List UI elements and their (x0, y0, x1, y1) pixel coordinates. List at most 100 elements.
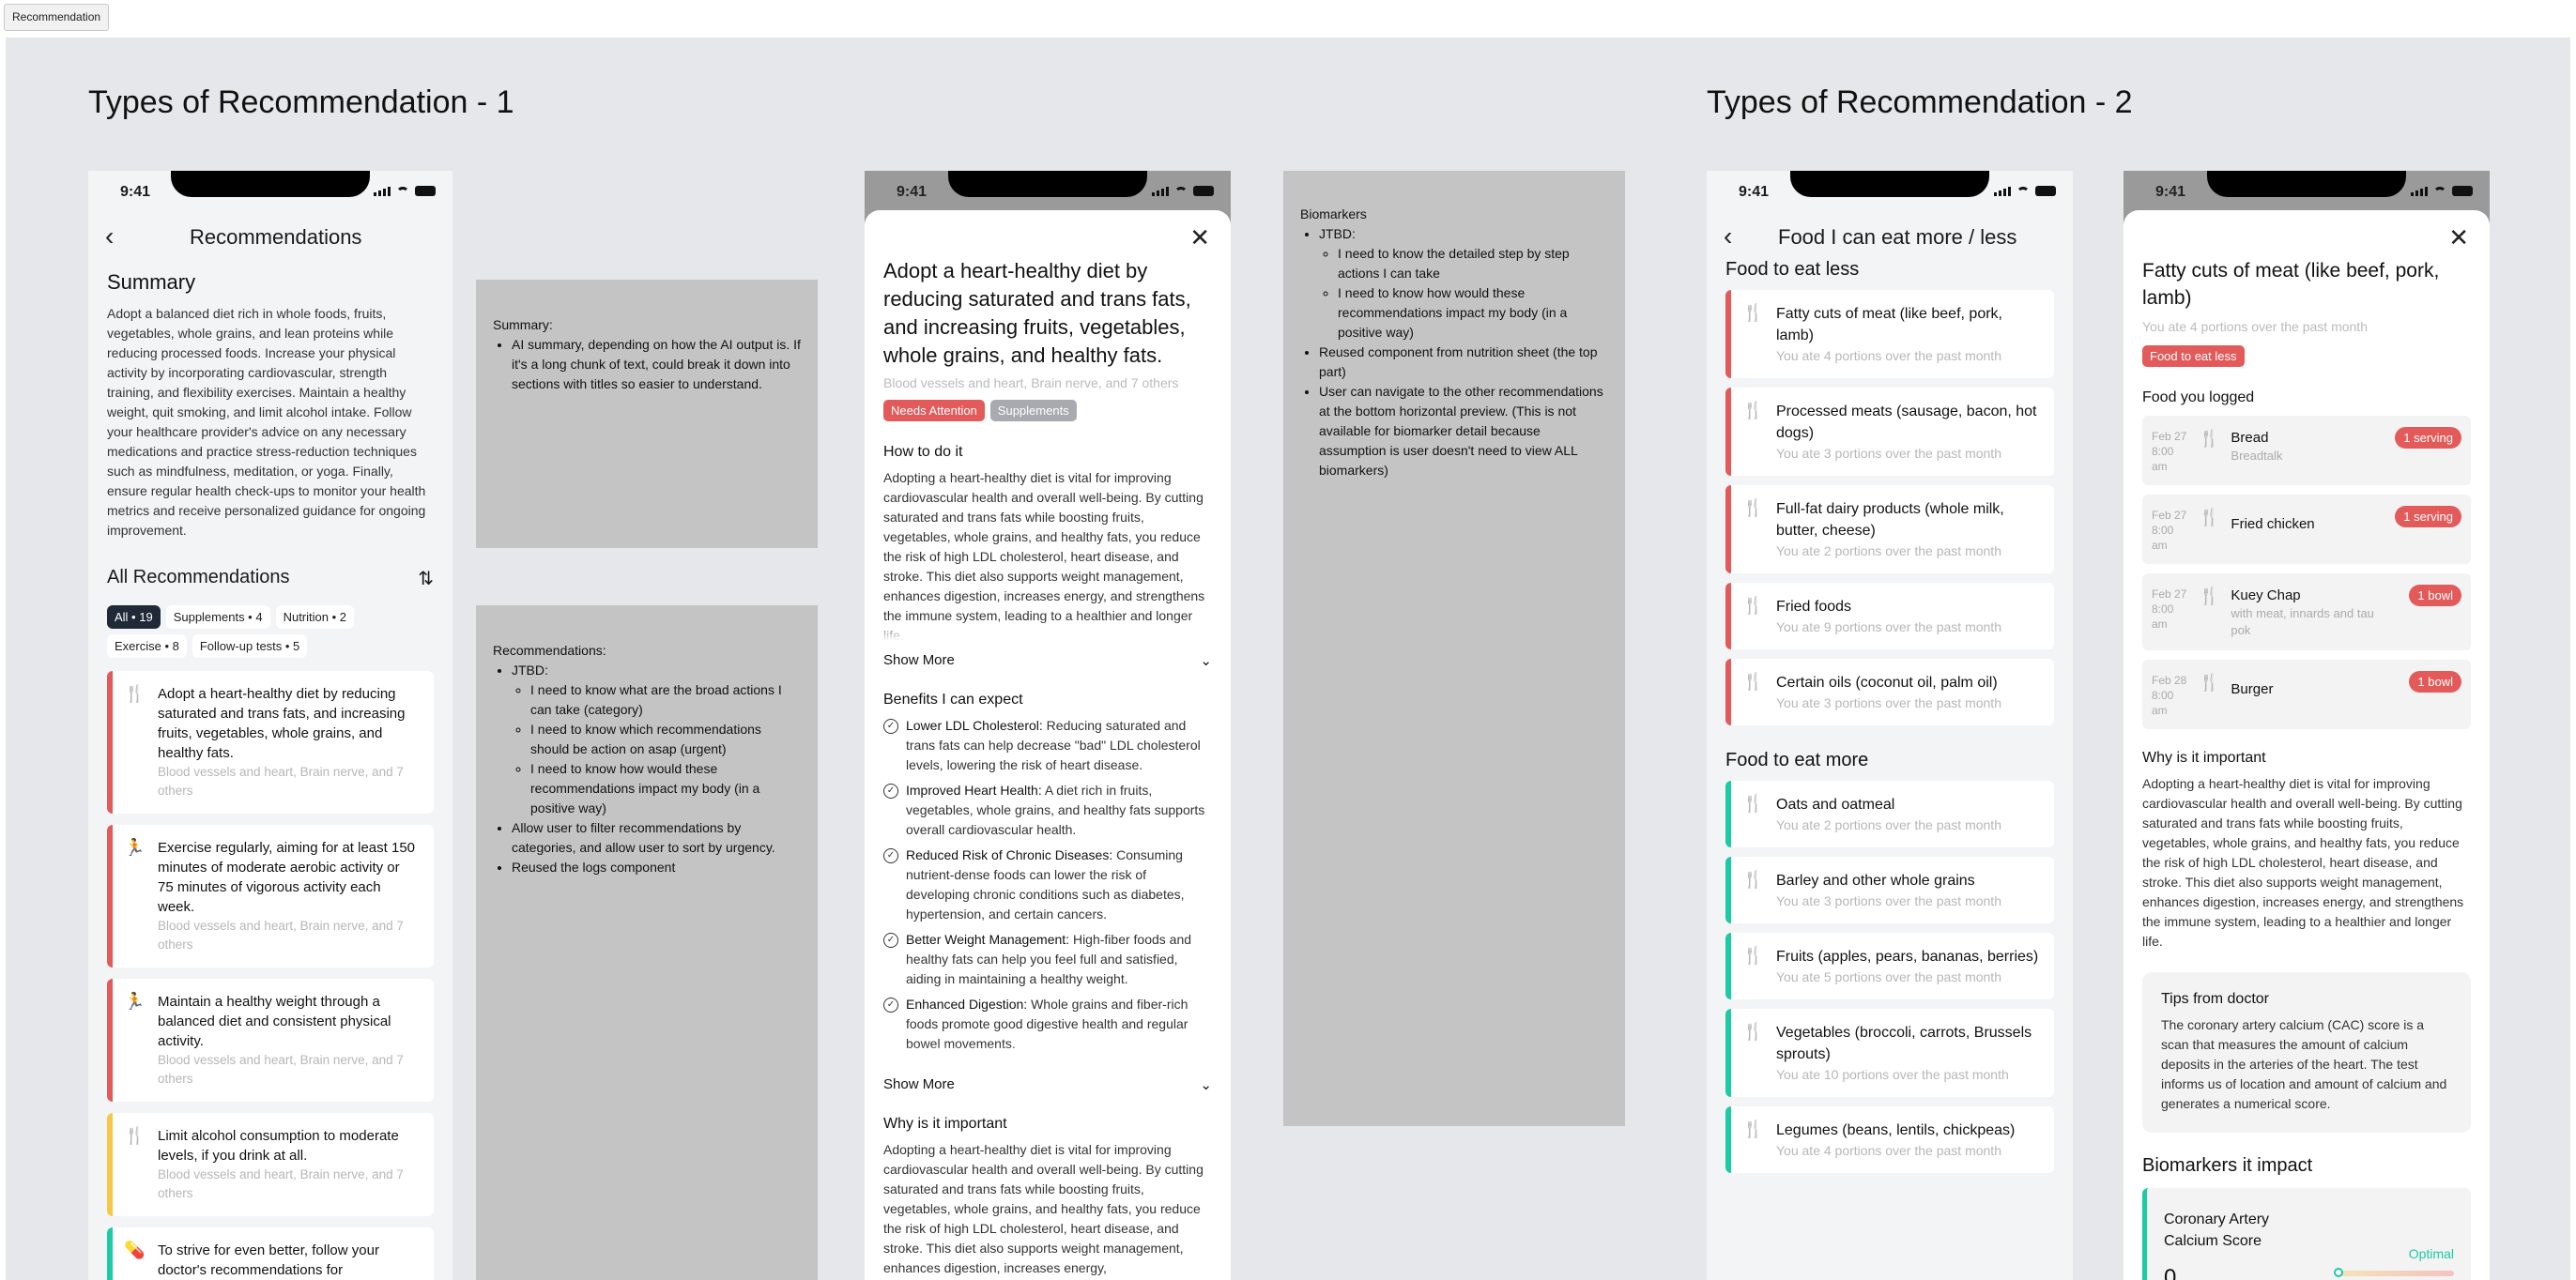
status-time: 9:41 (120, 184, 151, 200)
fork-knife-icon: 🍴 (1742, 946, 1764, 965)
food-name: Fatty cuts of meat (like beef, pork, lam… (1776, 306, 2002, 343)
food-log-item[interactable]: Feb 27 8:00 am 🍴 Kuey Chap with meat, innard… (2142, 573, 2471, 650)
log-food-name: Fried chicken (2231, 516, 2315, 532)
note-item: Reused component from nutrition sheet (t… (1319, 343, 1610, 382)
notch (2207, 171, 2406, 197)
food-card[interactable]: 🍴 Processed meats (sausage, bacon, hot do… (1725, 388, 2054, 476)
eat-less-title: Food to eat less (1725, 259, 1860, 280)
close-icon[interactable]: ✕ (2448, 223, 2469, 252)
food-card[interactable]: 🍴 Full-fat dairy products (whole milk, bu… (1725, 485, 2054, 573)
back-icon[interactable]: ‹ (105, 221, 114, 251)
check-circle-icon: ✓ (883, 998, 898, 1013)
detail-subtitle: Blood vessels and heart, Brain nerve, an… (883, 375, 1179, 390)
filter-chip-nutrition[interactable]: Nutrition • 2 (275, 605, 354, 629)
benefit-item: ✓ Improved Heart Health: A diet rich in f… (865, 781, 1231, 840)
food-portions: You ate 9 portions over the past month (1776, 619, 2001, 634)
status-icons (374, 186, 436, 196)
design-canvas: Types of Recommendation - 1 Types of Rec… (6, 38, 2570, 1280)
status-icons (2411, 186, 2473, 196)
status-bar: 9:41 (88, 171, 452, 212)
benefits-title: Benefits I can expect (883, 692, 1023, 708)
fork-knife-icon: 🍴 (1742, 596, 1764, 615)
fork-knife-icon: 🍴 (1742, 672, 1764, 691)
benefit-item: ✓ Reduced Risk of Chronic Diseases: Consu… (865, 846, 1231, 924)
check-circle-icon: ✓ (883, 719, 898, 734)
notch (1790, 171, 1989, 197)
food-log-list: Feb 27 8:00 am 🍴 Bread Breadtalk 1 serving Fe… (2124, 416, 2490, 729)
status-time: 9:41 (1739, 184, 1770, 200)
summary-title: Summary (107, 270, 196, 294)
recommendation-card[interactable]: 💊 To strive for even better, follow your… (107, 1227, 434, 1280)
filter-chip-exercise[interactable]: Exercise • 8 (107, 634, 187, 658)
food-name: Oats and oatmeal (1776, 797, 1895, 813)
recommendation-card[interactable]: 🏃 Exercise regularly, aiming for at leas… (107, 825, 434, 968)
food-portions: You ate 2 portions over the past month (1776, 543, 2001, 558)
note-item: I need to know how would these recommend… (530, 759, 803, 818)
status-time: 9:41 (2155, 184, 2186, 200)
biomarker-card[interactable]: Coronary Artery Calcium Score 0 Optimal … (2142, 1188, 2471, 1280)
food-log-item[interactable]: Feb 27 8:00 am 🍴 Bread Breadtalk 1 serving (2142, 416, 2471, 485)
food-card[interactable]: 🍴 Oats and oatmeal You ate 2 portions over… (1725, 781, 2054, 847)
phone-recommendations: 9:41 ‹ Recommendations Summary Adopt a b… (88, 171, 452, 1280)
log-food-name: Burger (2231, 681, 2274, 697)
show-more-label: Show More (883, 652, 955, 668)
benefit-item: ✓ Enhanced Digestion: Whole grains and fi… (865, 995, 1231, 1054)
food-log-item[interactable]: Feb 27 8:00 am 🍴 Fried chicken 1 serving (2142, 495, 2471, 564)
food-portions: You ate 3 portions over the past month (1776, 893, 2001, 908)
fork-knife-icon: 🍴 (2199, 673, 2220, 692)
recommendation-card[interactable]: 🏃 Maintain a healthy weight through a ba… (107, 979, 434, 1102)
filter-chip-all[interactable]: All • 19 (107, 605, 161, 629)
note-title: Recommendations: (493, 643, 606, 658)
how-text-wrap: Adopting a heart-healthy diet is vital f… (865, 468, 1231, 641)
fork-knife-icon: 🍴 (1742, 870, 1764, 889)
eat-more-list: 🍴 Oats and oatmeal You ate 2 portions over… (1707, 781, 2073, 1173)
benefit-item: ✓ Lower LDL Cholesterol: Reducing saturat… (865, 716, 1231, 775)
food-log-item[interactable]: Feb 28 8:00 am 🍴 Burger 1 bowl (2142, 660, 2471, 729)
log-food-name: Kuey Chap (2231, 587, 2301, 603)
filter-chip-follow-up-tests[interactable]: Follow-up tests • 5 (192, 634, 308, 658)
card-subtext: Blood vessels and heart, Brain nerve, an… (158, 1167, 404, 1200)
status-bar: 9:41 (865, 171, 1231, 212)
wifi-icon (1174, 186, 1188, 196)
food-detail-title: Fatty cuts of meat (like beef, pork, lam… (2142, 260, 2440, 309)
food-card[interactable]: 🍴 Fatty cuts of meat (like beef, pork, la… (1725, 290, 2054, 378)
benefit-bold: Reduced Risk of Chronic Diseases: (906, 847, 1113, 862)
card-text: Exercise regularly, aiming for at least … (158, 840, 416, 915)
close-icon[interactable]: ✕ (1189, 223, 1210, 252)
food-to-eat-less-tag: Food to eat less (2142, 345, 2245, 367)
recommendation-card[interactable]: 🍴 Adopt a heart-healthy diet by reducing… (107, 671, 434, 814)
recommendation-tab[interactable]: Recommendation (4, 4, 110, 31)
card-subtext: Blood vessels and heart, Brain nerve, an… (158, 1053, 404, 1086)
show-more-button[interactable]: Show More ⌄ (865, 652, 1231, 669)
food-name: Legumes (beans, lentils, chickpeas) (1776, 1122, 2016, 1138)
fork-knife-icon: 🍴 (2199, 429, 2220, 448)
why-text: Adopting a heart-healthy diet is vital f… (883, 1142, 1204, 1275)
status-icons (1152, 186, 1214, 196)
battery-icon (415, 186, 436, 196)
check-circle-icon: ✓ (883, 933, 898, 948)
food-card[interactable]: 🍴 Certain oils (coconut oil, palm oil) You… (1725, 659, 2054, 725)
note-jtbd: JTBD: (512, 663, 548, 678)
food-card[interactable]: 🍴 Barley and other whole grains You ate 3 … (1725, 857, 2054, 923)
show-more-button[interactable]: Show More ⌄ (865, 1076, 1231, 1093)
signal-icon (1152, 186, 1169, 196)
back-icon[interactable]: ‹ (1724, 221, 1732, 251)
food-card[interactable]: 🍴 Fried foods You ate 9 portions over the … (1725, 583, 2054, 649)
food-logged-title: Food you logged (2142, 389, 2255, 405)
needs-attention-tag: Needs Attention (883, 400, 985, 421)
recommendation-card[interactable]: 🍴 Limit alcohol consumption to moderate … (107, 1113, 434, 1216)
food-card[interactable]: 🍴 Fruits (apples, pears, bananas, berries… (1725, 933, 2054, 999)
filter-chip-supplements[interactable]: Supplements • 4 (165, 605, 270, 629)
biomarkers-title: Biomarkers it impact (2142, 1155, 2313, 1176)
food-card[interactable]: 🍴 Legumes (beans, lentils, chickpeas) You … (1725, 1106, 2054, 1173)
sort-icon[interactable]: ⇅ (418, 567, 434, 590)
food-card[interactable]: 🍴 Vegetables (broccoli, carrots, Brussels… (1725, 1009, 2054, 1097)
log-date: Feb 27 8:00 am (2152, 587, 2187, 631)
log-food-desc: with meat, innards and tau pok (2231, 606, 2374, 637)
filter-chips: All • 19 Supplements • 4 Nutrition • 2 E… (88, 605, 452, 658)
wifi-icon (2016, 186, 2030, 196)
tips-from-doctor: Tips from doctor The coronary artery cal… (2142, 972, 2471, 1133)
food-portions: You ate 3 portions over the past month (1776, 446, 2001, 461)
fork-knife-icon: 🍴 (1742, 1022, 1764, 1041)
food-portions: You ate 4 portions over the past month (1776, 1143, 2001, 1158)
